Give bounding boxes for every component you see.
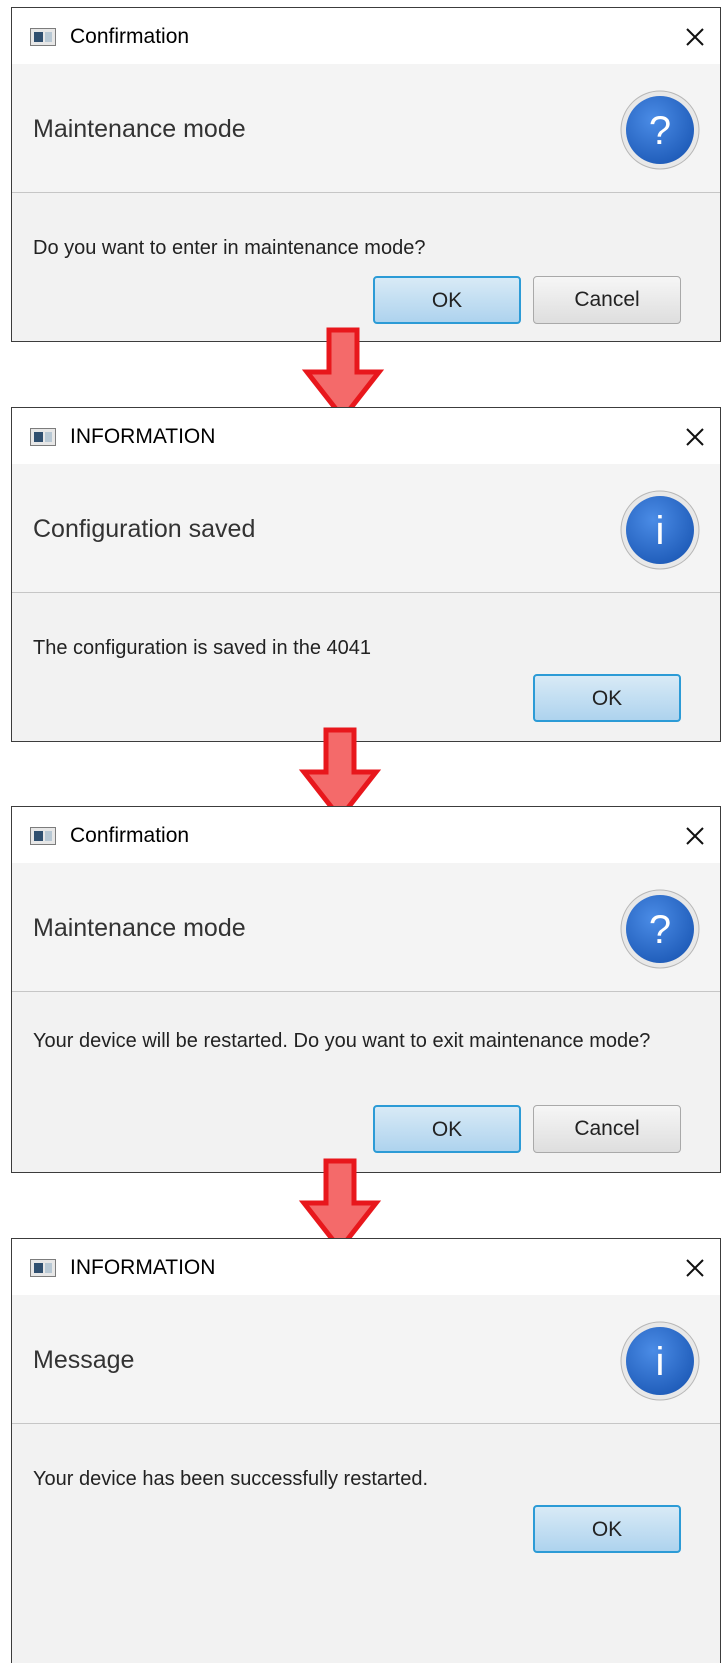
svg-text:?: ? xyxy=(649,109,671,153)
dialog-title: INFORMATION xyxy=(70,1256,216,1279)
dialog-header: Message i xyxy=(12,1295,720,1424)
title-bar: Confirmation xyxy=(12,807,720,863)
dialog-heading: Maintenance mode xyxy=(33,115,246,143)
ok-button[interactable]: OK xyxy=(533,674,681,722)
dialog-header: Maintenance mode ? xyxy=(12,863,720,992)
svg-text:i: i xyxy=(656,1340,665,1384)
app-window-icon xyxy=(30,1259,56,1277)
dialog-message: Your device will be restarted. Do you wa… xyxy=(33,1030,651,1052)
dialog-body: Your device has been successfully restar… xyxy=(12,1424,720,1663)
dialog-message: The configuration is saved in the 4041 xyxy=(33,637,371,659)
dialog-heading: Configuration saved xyxy=(33,515,256,543)
question-icon: ? xyxy=(620,889,700,969)
app-window-icon xyxy=(30,428,56,446)
ok-button[interactable]: OK xyxy=(533,1505,681,1553)
confirmation-dialog-exit: Confirmation Maintenance mode ? Your dev… xyxy=(11,806,721,1173)
dialog-title: INFORMATION xyxy=(70,425,216,448)
svg-text:i: i xyxy=(656,509,665,553)
app-window-icon xyxy=(30,28,56,46)
dialog-message: Do you want to enter in maintenance mode… xyxy=(33,237,426,259)
close-icon[interactable] xyxy=(680,422,710,452)
information-dialog-restarted: INFORMATION Message i Your device has be… xyxy=(11,1238,721,1663)
title-bar: Confirmation xyxy=(12,8,720,64)
info-icon: i xyxy=(620,1321,700,1401)
close-icon[interactable] xyxy=(680,821,710,851)
confirmation-dialog-enter: Confirmation Maintenance mode ? Do you w… xyxy=(11,7,721,342)
dialog-title: Confirmation xyxy=(70,824,190,847)
dialog-title: Confirmation xyxy=(70,25,190,48)
cancel-button[interactable]: Cancel xyxy=(533,1105,681,1153)
title-bar: INFORMATION xyxy=(12,1239,720,1295)
close-icon[interactable] xyxy=(680,22,710,52)
svg-text:?: ? xyxy=(649,908,671,952)
dialog-body: The configuration is saved in the 4041 O… xyxy=(12,593,720,741)
dialog-message: Your device has been successfully restar… xyxy=(33,1468,429,1490)
info-icon: i xyxy=(620,490,700,570)
dialog-heading: Message xyxy=(33,1346,135,1374)
dialog-body: Do you want to enter in maintenance mode… xyxy=(12,193,720,341)
dialog-body: Your device will be restarted. Do you wa… xyxy=(12,992,720,1172)
ok-button[interactable]: OK xyxy=(373,276,521,324)
close-icon[interactable] xyxy=(680,1253,710,1283)
title-bar: INFORMATION xyxy=(12,408,720,464)
information-dialog-saved: INFORMATION Configuration saved i The co… xyxy=(11,407,721,742)
dialog-header: Configuration saved i xyxy=(12,464,720,593)
app-window-icon xyxy=(30,827,56,845)
cancel-button[interactable]: Cancel xyxy=(533,276,681,324)
ok-button[interactable]: OK xyxy=(373,1105,521,1153)
question-icon: ? xyxy=(620,90,700,170)
dialog-heading: Maintenance mode xyxy=(33,914,246,942)
dialog-header: Maintenance mode ? xyxy=(12,64,720,193)
